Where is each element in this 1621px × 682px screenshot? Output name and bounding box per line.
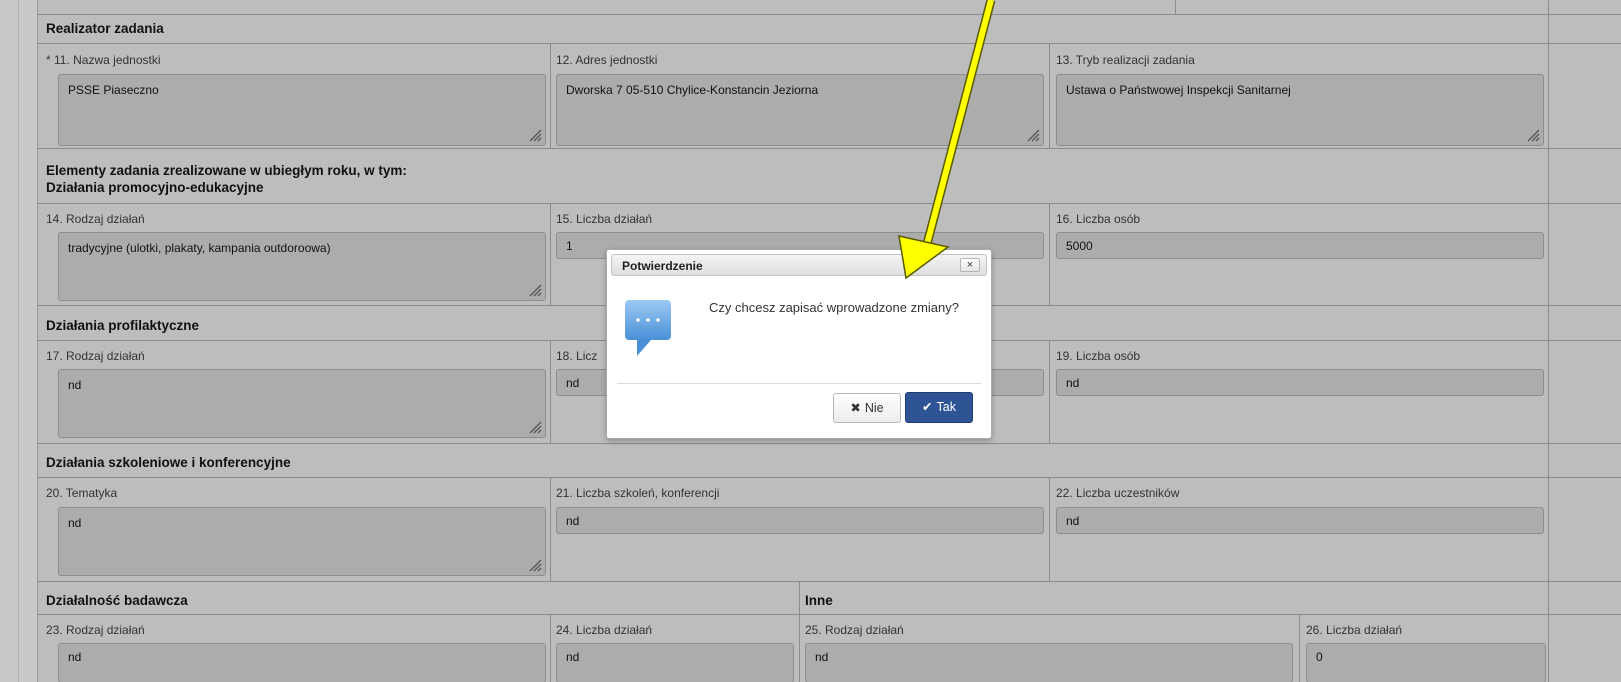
field-26-input[interactable]: 0 [1306,643,1546,682]
field-26-label: 26. Liczba działań [1306,623,1403,637]
field-24-input[interactable]: nd [556,643,794,682]
field-17-label: 17. Rodzaj działań [46,349,145,363]
field-20-textarea[interactable]: nd [58,507,546,576]
section-badawcza-title: Działalność badawcza [46,593,188,608]
speech-bubble-icon [625,300,671,356]
field-16-input[interactable]: 5000 [1056,232,1544,259]
section-inne-title: Inne [805,593,833,608]
field-13-textarea[interactable]: Ustawa o Państwowej Inspekcji Sanitarnej [1056,74,1544,146]
no-button[interactable]: ✖ Nie [833,393,901,423]
field-25-input[interactable]: nd [805,643,1293,682]
field-16-label: 16. Liczba osób [1056,212,1141,226]
confirmation-dialog: Potwierdzenie × Czy chcesz zapisać wprow… [606,249,992,439]
section-szkoleniowe-title: Działania szkoleniowe i konferencyjne [46,455,291,470]
field-23-label: 23. Rodzaj działań [46,623,145,637]
resize-handle-icon[interactable] [528,128,542,142]
page: Realizator zadania * 11. Nazwa jednostki… [0,0,1621,682]
close-icon[interactable]: × [960,258,980,272]
dialog-title: Potwierdzenie [622,259,703,273]
check-icon: ✔ [922,400,933,414]
field-14-textarea[interactable]: tradycyjne (ulotki, plakaty, kampania ou… [58,232,546,301]
field-17-textarea[interactable]: nd [58,369,546,438]
dialog-titlebar[interactable]: Potwierdzenie × [611,254,987,276]
field-12-textarea[interactable]: Dworska 7 05-510 Chylice-Konstancin Jezi… [556,74,1044,146]
section-profilaktyczne-title: Działania profilaktyczne [46,318,200,333]
resize-handle-icon[interactable] [528,558,542,572]
dialog-separator [617,383,981,384]
field-11-label: * 11. Nazwa jednostki [46,53,161,67]
resize-handle-icon[interactable] [1526,128,1540,142]
field-22-input[interactable]: nd [1056,507,1544,534]
section-realizator-title: Realizator zadania [46,21,164,36]
field-18-label: 18. Licz [556,349,598,363]
resize-handle-icon[interactable] [528,420,542,434]
field-22-label: 22. Liczba uczestników [1056,486,1180,500]
field-13-label: 13. Tryb realizacji zadania [1056,53,1195,67]
field-11-textarea[interactable]: PSSE Piaseczno [58,74,546,146]
field-20-label: 20. Tematyka [46,486,118,500]
field-24-label: 24. Liczba działań [556,623,653,637]
field-21-input[interactable]: nd [556,507,1044,534]
field-19-input[interactable]: nd [1056,369,1544,396]
field-21-label: 21. Liczba szkoleń, konferencji [556,486,720,500]
field-25-label: 25. Rodzaj działań [805,623,904,637]
field-23-input[interactable]: nd [58,643,546,682]
resize-handle-icon[interactable] [1026,128,1040,142]
field-14-label: 14. Rodzaj działań [46,212,145,226]
left-gutter [0,0,38,682]
section-elementy-title: Elementy zadania zrealizowane w ubiegłym… [46,163,407,195]
field-15-label: 15. Liczba działań [556,212,653,226]
field-12-label: 12. Adres jednostki [556,53,658,67]
yes-button[interactable]: ✔ Tak [905,392,973,423]
resize-handle-icon[interactable] [528,283,542,297]
field-19-label: 19. Liczba osób [1056,349,1141,363]
x-icon: ✖ [850,401,861,415]
dialog-message: Czy chcesz zapisać wprowadzone zmiany? [709,300,959,315]
